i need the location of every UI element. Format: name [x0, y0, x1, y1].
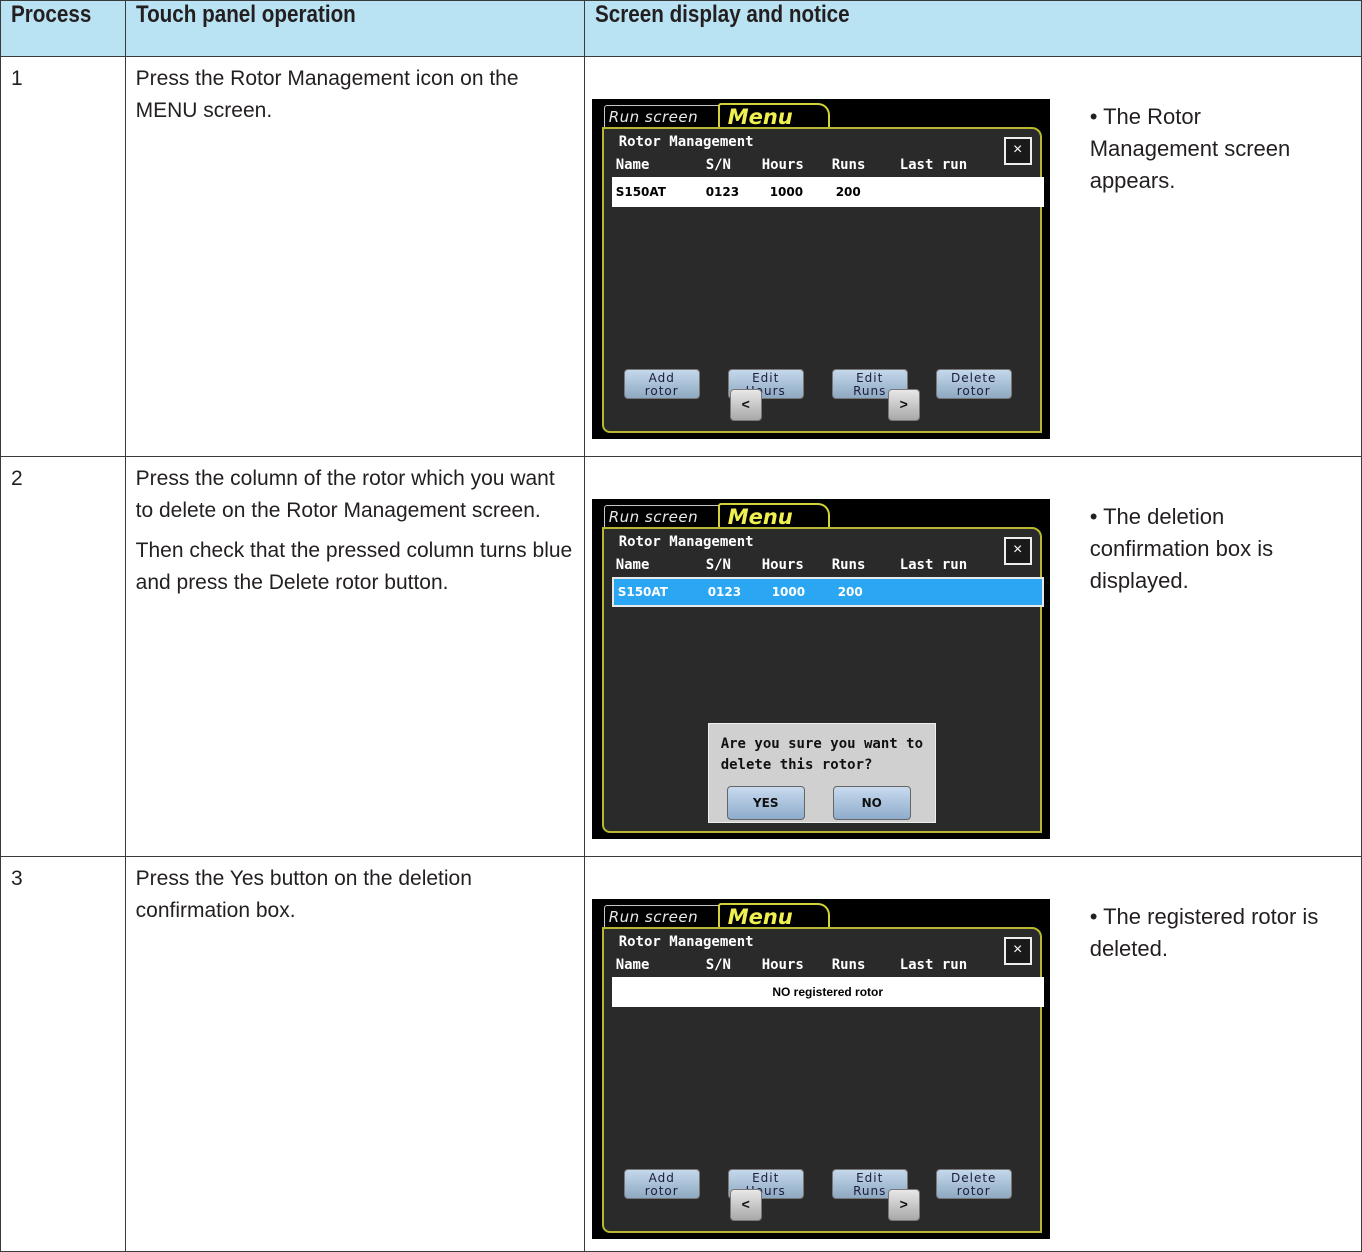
tab-run-screen[interactable]: Run screen: [603, 505, 730, 528]
close-button[interactable]: ×: [1003, 137, 1032, 165]
panel-title: Rotor Management: [618, 534, 754, 550]
table-header-row: Process Touch panel operation Screen dis…: [0, 0, 1362, 57]
panel-title: Rotor Management: [618, 134, 754, 150]
step-display: Run screen Menu Rotor Management × Name …: [583, 456, 1362, 857]
panel-title: Rotor Management: [618, 934, 754, 950]
step-display: Run screen Menu Rotor Management × Name …: [583, 56, 1362, 457]
cell-hours: 1000: [771, 585, 806, 599]
step-display: Run screen Menu Rotor Management × Name …: [583, 856, 1362, 1252]
step-operation: Press the column of the rotor which you …: [124, 456, 585, 857]
col-last-run: Last run: [899, 957, 968, 973]
header-process: Process: [0, 0, 126, 57]
operation-text: Press the Rotor Management icon on the M…: [135, 67, 519, 122]
rotor-management-panel: Rotor Management × Name S/N Hours Runs L…: [601, 927, 1044, 1233]
yes-button[interactable]: YES: [726, 786, 805, 820]
rotor-management-panel: Rotor Management × Name S/N Hours Runs L…: [601, 127, 1044, 433]
col-runs: Runs: [831, 957, 866, 973]
tab-menu[interactable]: Menu: [717, 103, 830, 130]
step-number: 1: [0, 56, 126, 457]
table-row[interactable]: S150AT 0123 1000 200: [612, 177, 1044, 207]
tab-menu[interactable]: Menu: [717, 503, 830, 530]
device-screen: Run screen Menu Rotor Management × Name …: [591, 899, 1050, 1239]
step-number: 2: [0, 456, 126, 857]
rotor-list: S150AT 0123 1000 200: [611, 577, 1044, 609]
col-name: Name: [615, 957, 650, 973]
col-name: Name: [615, 157, 650, 173]
column-headers: Name S/N Hours Runs Last run: [614, 157, 1004, 175]
delete-rotor-button[interactable]: Delete rotor: [935, 1169, 1012, 1199]
cell-runs: 200: [837, 585, 863, 599]
col-hours: Hours: [761, 157, 804, 173]
rotor-list: S150AT 0123 1000 200: [611, 177, 1044, 207]
col-hours: Hours: [761, 557, 804, 573]
step-operation: Press the Rotor Management icon on the M…: [124, 56, 585, 457]
close-button[interactable]: ×: [1003, 937, 1032, 965]
col-runs: Runs: [831, 557, 866, 573]
notice-text: • The registered rotor is deleted.: [1089, 904, 1319, 961]
notice-text: • The Rotor Management screen appears.: [1089, 104, 1291, 193]
tab-run-screen[interactable]: Run screen: [603, 905, 730, 928]
close-button[interactable]: ×: [1003, 537, 1032, 565]
col-sn: S/N: [705, 557, 731, 573]
cell-runs: 200: [835, 185, 861, 199]
cell-sn: 0123: [705, 185, 740, 199]
step-operation: Press the Yes button on the deletion con…: [124, 856, 585, 1252]
no-button[interactable]: NO: [832, 786, 911, 820]
col-sn: S/N: [705, 157, 731, 173]
procedure-table: Process Touch panel operation Screen dis…: [0, 0, 1362, 1252]
prev-page-button[interactable]: <: [729, 389, 762, 421]
empty-list-text: NO registered rotor: [772, 985, 884, 999]
device-screen: Run screen Menu Rotor Management × Name …: [591, 99, 1050, 439]
header-display: Screen display and notice: [583, 0, 1362, 57]
tab-menu[interactable]: Menu: [717, 903, 830, 930]
column-headers: Name S/N Hours Runs Last run: [614, 957, 1004, 975]
add-rotor-button[interactable]: Add rotor: [623, 369, 700, 399]
cell-name: S150AT: [615, 185, 666, 199]
notice-text: • The deletion confirmation box is displ…: [1089, 504, 1274, 593]
step-row-3: 3 Press the Yes button on the deletion c…: [0, 856, 1362, 1252]
operation-text: Press the Yes button on the deletion con…: [135, 867, 472, 922]
step-row-1: 1 Press the Rotor Management icon on the…: [0, 56, 1362, 457]
prev-page-button[interactable]: <: [729, 1189, 762, 1221]
delete-confirmation-dialog: Are you sure you want to delete this rot…: [707, 723, 936, 823]
device-screen: Run screen Menu Rotor Management × Name …: [591, 499, 1050, 839]
next-page-button[interactable]: >: [887, 1189, 920, 1221]
col-last-run: Last run: [899, 557, 968, 573]
delete-rotor-button[interactable]: Delete rotor: [935, 369, 1012, 399]
tab-run-screen[interactable]: Run screen: [603, 105, 730, 128]
step-row-2: 2 Press the column of the rotor which yo…: [0, 456, 1362, 857]
column-headers: Name S/N Hours Runs Last run: [614, 557, 1004, 575]
col-last-run: Last run: [899, 157, 968, 173]
header-operation: Touch panel operation: [124, 0, 585, 57]
rotor-list: NO registered rotor: [611, 977, 1044, 1007]
col-sn: S/N: [705, 957, 731, 973]
col-runs: Runs: [831, 157, 866, 173]
next-page-button[interactable]: >: [887, 389, 920, 421]
rotor-management-panel: Rotor Management × Name S/N Hours Runs L…: [601, 527, 1044, 833]
cell-sn: 0123: [707, 585, 742, 599]
operation-text: Then check that the pressed column turns…: [135, 539, 573, 594]
table-row-selected[interactable]: S150AT 0123 1000 200: [614, 579, 1042, 609]
add-rotor-button[interactable]: Add rotor: [623, 1169, 700, 1199]
cell-name: S150AT: [617, 585, 668, 599]
operation-text: Press the column of the rotor which you …: [135, 467, 555, 522]
col-hours: Hours: [761, 957, 804, 973]
dialog-message: Are you sure you want to delete this rot…: [720, 736, 923, 773]
cell-hours: 1000: [769, 185, 804, 199]
step-number: 3: [0, 856, 126, 1252]
col-name: Name: [615, 557, 650, 573]
